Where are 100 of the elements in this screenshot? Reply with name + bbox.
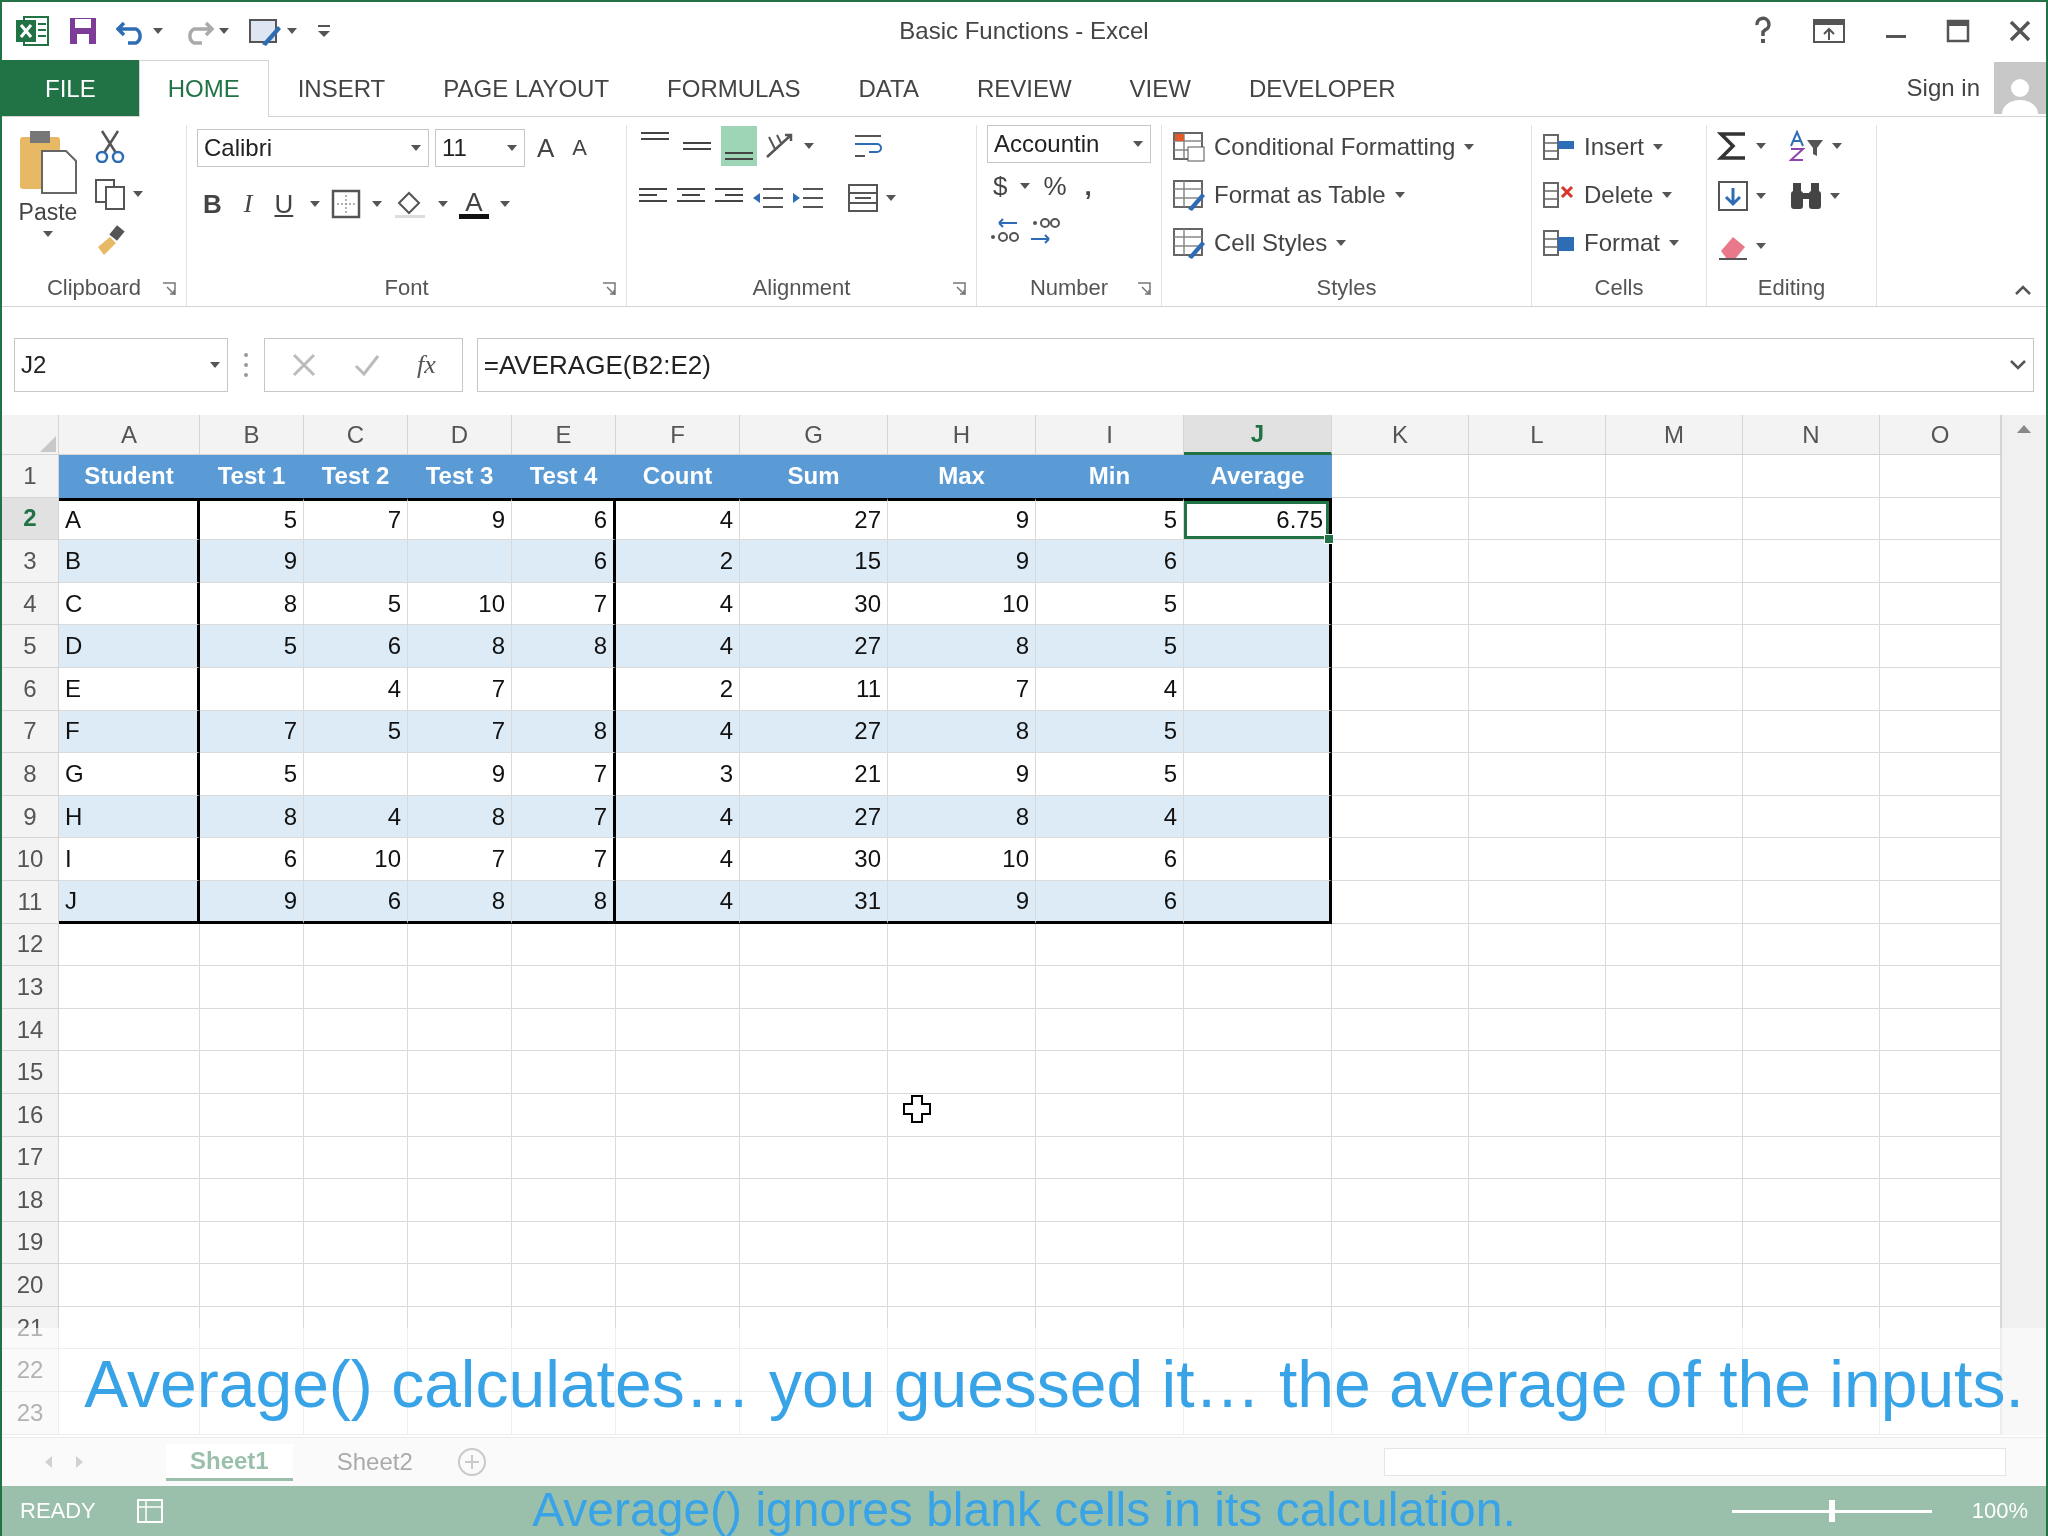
sort-filter-icon[interactable]	[1789, 130, 1825, 162]
conditional-formatting-button[interactable]: Conditional Formatting	[1172, 125, 1476, 169]
font-color-button[interactable]: A	[459, 189, 489, 219]
column-header[interactable]: C	[304, 415, 408, 455]
row-header[interactable]: 5	[2, 625, 59, 668]
ribbon-tab[interactable]: DATA	[829, 60, 948, 116]
caret-icon[interactable]	[371, 200, 384, 208]
caret-icon[interactable]	[498, 200, 511, 208]
drag-handle-icon[interactable]	[242, 350, 250, 380]
row-header[interactable]: 6	[2, 667, 59, 711]
sign-in-link[interactable]: Sign in	[1906, 74, 1980, 102]
dialog-launcher-icon[interactable]	[952, 282, 966, 296]
name-box[interactable]: J2	[14, 338, 228, 392]
row-header[interactable]: 19	[2, 1221, 59, 1265]
row-header[interactable]: 13	[2, 966, 59, 1009]
merge-cells-icon[interactable]	[847, 183, 879, 213]
column-header[interactable]: A	[59, 415, 200, 455]
paste-button[interactable]: Paste	[12, 125, 84, 270]
row-header[interactable]: 2	[2, 497, 59, 541]
column-header[interactable]: O	[1880, 415, 2001, 455]
fill-down-icon[interactable]	[1717, 180, 1749, 212]
caret-icon[interactable]	[286, 27, 298, 35]
font-size-field[interactable]: 11	[435, 129, 525, 167]
row-header[interactable]: 20	[2, 1264, 59, 1307]
dialog-launcher-icon[interactable]	[1137, 282, 1151, 296]
ribbon-display-icon[interactable]	[1812, 18, 1846, 44]
caret-icon[interactable]	[1132, 140, 1144, 148]
grow-font-button[interactable]: A	[531, 132, 561, 164]
dialog-launcher-icon[interactable]	[162, 282, 176, 296]
row-header[interactable]: 12	[2, 923, 59, 967]
column-header[interactable]: N	[1743, 415, 1880, 455]
ribbon-tab[interactable]: REVIEW	[947, 60, 1101, 116]
row-header[interactable]: 14	[2, 1008, 59, 1052]
caret-icon[interactable]	[437, 200, 450, 208]
row-header[interactable]: 15	[2, 1051, 59, 1094]
font-name-field[interactable]: Calibri	[197, 129, 429, 167]
dialog-launcher-icon[interactable]	[602, 282, 616, 296]
ribbon-tab[interactable]: DEVELOPER	[1219, 60, 1425, 116]
binoculars-icon[interactable]	[1789, 181, 1823, 211]
scissors-icon[interactable]	[94, 129, 126, 163]
percent-button[interactable]: %	[1037, 170, 1073, 202]
caret-icon[interactable]	[309, 200, 322, 208]
column-header[interactable]: F	[616, 415, 740, 455]
insert-button[interactable]: Insert	[1542, 125, 1680, 169]
column-header[interactable]: M	[1606, 415, 1743, 455]
expand-caret-icon[interactable]	[2009, 359, 2027, 371]
collapse-ribbon-icon[interactable]	[2014, 284, 2032, 296]
column-header[interactable]: D	[408, 415, 512, 455]
caret-icon[interactable]	[1661, 191, 1674, 199]
column-header[interactable]: I	[1036, 415, 1184, 455]
ribbon-tab[interactable]: VIEW	[1100, 60, 1220, 116]
row-header[interactable]: 4	[2, 582, 59, 626]
currency-button[interactable]: $	[987, 170, 1014, 202]
ribbon-tab[interactable]: HOME	[138, 60, 269, 117]
maximize-icon[interactable]	[1946, 19, 1970, 43]
excel-logo-icon[interactable]	[16, 15, 50, 47]
caret-icon[interactable]	[209, 361, 221, 369]
customize-menu-icon[interactable]	[316, 23, 332, 39]
bottom-align-icon[interactable]	[721, 126, 757, 166]
ribbon-tab[interactable]: INSERT	[268, 60, 415, 116]
caret-icon[interactable]	[1335, 239, 1348, 247]
column-header[interactable]: J	[1184, 415, 1332, 455]
fill-handle[interactable]	[1324, 534, 1334, 545]
copy-icon[interactable]	[94, 178, 126, 210]
shrink-font-button[interactable]: A	[566, 135, 594, 161]
caret-icon[interactable]	[410, 144, 422, 152]
caret-icon[interactable]	[1755, 242, 1767, 250]
column-header[interactable]: E	[512, 415, 616, 455]
caret-icon[interactable]	[1829, 192, 1841, 200]
number-format-dropdown[interactable]: Accountin	[987, 125, 1151, 163]
caret-icon[interactable]	[132, 190, 144, 198]
horizontal-scrollbar[interactable]	[1384, 1448, 2006, 1476]
insert-function-button[interactable]: fx	[417, 350, 436, 380]
help-icon[interactable]	[1752, 16, 1774, 46]
caret-icon[interactable]	[1755, 142, 1767, 150]
row-header[interactable]: 10	[2, 838, 59, 881]
scroll-up-icon[interactable]	[2015, 423, 2033, 435]
ribbon-tab[interactable]: PAGE LAYOUT	[414, 60, 639, 116]
caret-icon[interactable]	[506, 144, 518, 152]
row-header[interactable]: 9	[2, 795, 59, 839]
caret-icon[interactable]	[42, 230, 54, 238]
caret-icon[interactable]	[152, 27, 164, 35]
caret-icon[interactable]	[1755, 192, 1767, 200]
format-as-table-button[interactable]: Format as Table	[1172, 173, 1476, 217]
column-header[interactable]: B	[200, 415, 304, 455]
row-header[interactable]: 3	[2, 540, 59, 583]
format-button[interactable]: Format	[1542, 221, 1680, 265]
row-header[interactable]: 7	[2, 710, 59, 754]
column-header[interactable]: G	[740, 415, 888, 455]
ribbon-tab[interactable]: FORMULAS	[638, 60, 830, 116]
touch-mode-icon[interactable]	[248, 16, 282, 46]
row-header[interactable]: 8	[2, 753, 59, 796]
caret-icon[interactable]	[1019, 182, 1032, 190]
bold-button[interactable]: B	[197, 188, 228, 220]
column-header[interactable]: H	[888, 415, 1036, 455]
caret-icon[interactable]	[1831, 142, 1843, 150]
caret-icon[interactable]	[1463, 143, 1476, 151]
row-header[interactable]: 11	[2, 880, 59, 924]
check-icon[interactable]	[353, 352, 381, 378]
caret-icon[interactable]	[1393, 191, 1406, 199]
